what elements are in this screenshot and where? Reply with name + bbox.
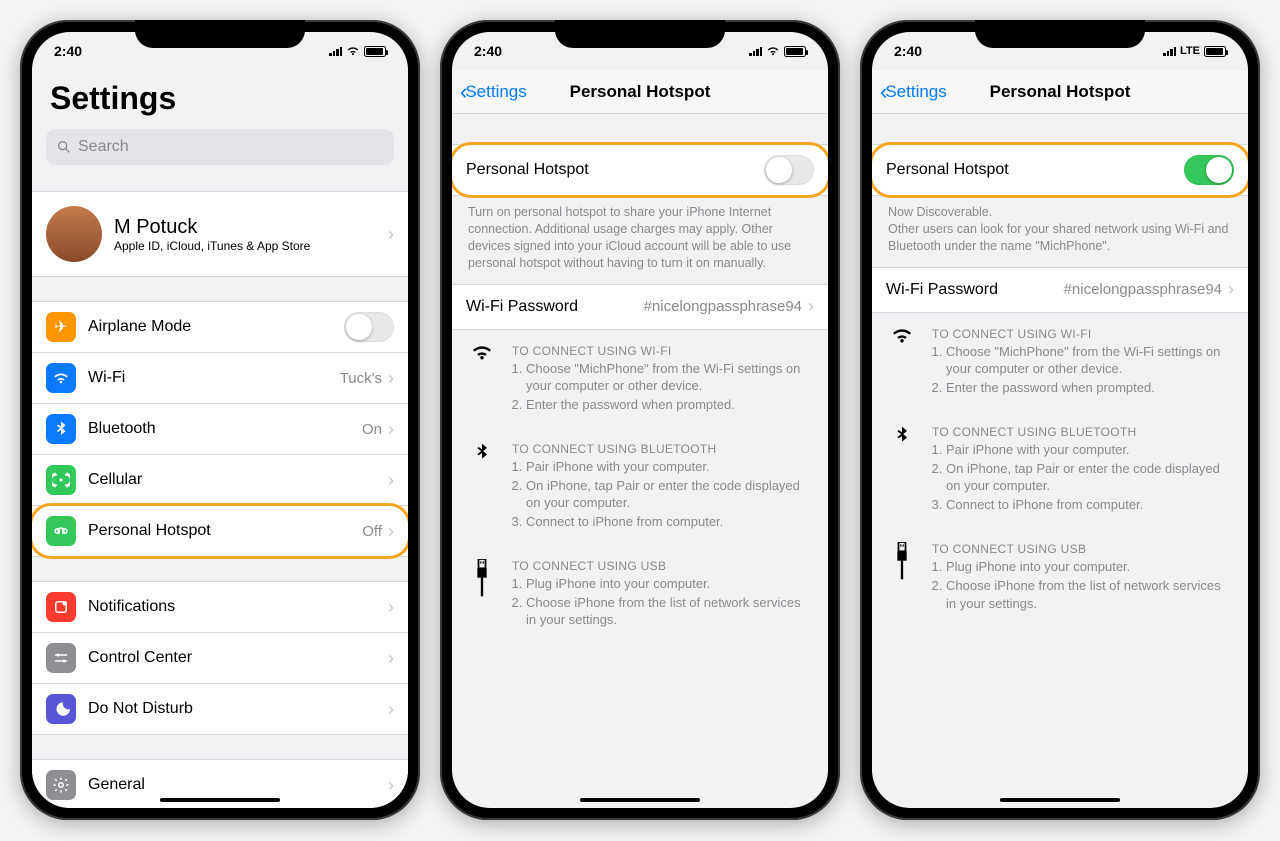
status-bar: 2:40 [32,32,408,70]
wifi-icon [468,344,496,415]
cellular-row[interactable]: Cellular › [32,454,408,505]
control-center-row[interactable]: Control Center › [32,632,408,683]
connect-usb-instructions: TO CONNECT USING USBPlug iPhone into you… [872,528,1248,627]
status-time: 2:40 [894,43,922,59]
home-indicator[interactable] [1000,798,1120,802]
connect-wifi-instructions: TO CONNECT USING WI-FIChoose "MichPhone"… [452,330,828,429]
discoverable-hint: Now Discoverable. Other users can look f… [872,196,1248,267]
profile-name: M Potuck [114,216,388,239]
moon-icon [46,694,76,724]
wifi-icon [766,46,780,56]
phone-frame-3: 2:40 LTE ‹Settings Personal Hotspot Pers… [860,20,1260,820]
screen-settings: 2:40 Settings Search M Potuck Apple ID, … [32,32,408,808]
screen-hotspot-on: 2:40 LTE ‹Settings Personal Hotspot Pers… [872,32,1248,808]
hotspot-toggle-row[interactable]: Personal Hotspot [452,145,828,195]
airplane-icon: ✈︎ [46,312,76,342]
battery-icon [1204,46,1226,57]
chevron-right-icon: › [388,521,394,542]
status-bar: 2:40 [452,32,828,70]
connect-bluetooth-instructions: TO CONNECT USING BLUETOOTHPair iPhone wi… [872,411,1248,528]
signal-icon [1163,46,1176,56]
chevron-right-icon: › [388,470,394,491]
bluetooth-icon [46,414,76,444]
wifi-icon [346,46,360,56]
nav-bar: ‹Settings Personal Hotspot [452,70,828,114]
airplane-mode-row[interactable]: ✈︎ Airplane Mode [32,302,408,352]
chevron-right-icon: › [1228,279,1234,300]
connect-bluetooth-instructions: TO CONNECT USING BLUETOOTHPair iPhone wi… [452,428,828,545]
profile-sub: Apple ID, iCloud, iTunes & App Store [114,239,388,253]
hotspot-icon [46,516,76,546]
chevron-right-icon: › [808,296,814,317]
personal-hotspot-row[interactable]: Personal Hotspot Off › [32,505,408,556]
wifi-icon [888,327,916,398]
phone-frame-2: 2:40 ‹Settings Personal Hotspot Personal… [440,20,840,820]
back-button[interactable]: ‹Settings [452,79,527,105]
control-center-icon [46,643,76,673]
connect-wifi-instructions: TO CONNECT USING WI-FIChoose "MichPhone"… [872,313,1248,412]
hotspot-switch[interactable] [1184,155,1234,185]
apple-id-row[interactable]: M Potuck Apple ID, iCloud, iTunes & App … [32,192,408,276]
back-button[interactable]: ‹Settings [872,79,947,105]
notifications-row[interactable]: Notifications › [32,582,408,632]
chevron-right-icon: › [388,597,394,618]
wifi-row[interactable]: Wi-Fi Tuck's › [32,352,408,403]
status-bar: 2:40 LTE [872,32,1248,70]
chevron-right-icon: › [388,419,394,440]
cellular-icon [46,465,76,495]
lte-label: LTE [1180,45,1200,57]
airplane-switch[interactable] [344,312,394,342]
dnd-row[interactable]: Do Not Disturb › [32,683,408,734]
home-indicator[interactable] [580,798,700,802]
notifications-icon [46,592,76,622]
gear-icon [46,770,76,800]
search-icon [56,139,72,155]
status-time: 2:40 [474,43,502,59]
chevron-right-icon: › [388,775,394,796]
usb-icon [468,559,496,630]
home-indicator[interactable] [160,798,280,802]
wifi-icon [46,363,76,393]
page-title: Settings [32,70,408,123]
connect-usb-instructions: TO CONNECT USING USBPlug iPhone into you… [452,545,828,644]
wifi-password-row[interactable]: Wi-Fi Password #nicelongpassphrase94 › [452,285,828,329]
usb-icon [888,542,916,613]
chevron-right-icon: › [388,368,394,389]
hotspot-toggle-row[interactable]: Personal Hotspot [872,145,1248,195]
screen-hotspot-off: 2:40 ‹Settings Personal Hotspot Personal… [452,32,828,808]
signal-icon [329,46,342,56]
nav-bar: ‹Settings Personal Hotspot [872,70,1248,114]
wifi-password-row[interactable]: Wi-Fi Password #nicelongpassphrase94 › [872,268,1248,312]
bluetooth-icon [888,425,916,514]
chevron-right-icon: › [388,224,394,245]
status-time: 2:40 [54,43,82,59]
battery-icon [784,46,806,57]
chevron-right-icon: › [388,699,394,720]
battery-icon [364,46,386,57]
search-input[interactable]: Search [46,129,394,165]
signal-icon [749,46,762,56]
hotspot-switch[interactable] [764,155,814,185]
phone-frame-1: 2:40 Settings Search M Potuck Apple ID, … [20,20,420,820]
bluetooth-row[interactable]: Bluetooth On › [32,403,408,454]
chevron-right-icon: › [388,648,394,669]
bluetooth-icon [468,442,496,531]
avatar [46,206,102,262]
hotspot-hint: Turn on personal hotspot to share your i… [452,196,828,284]
